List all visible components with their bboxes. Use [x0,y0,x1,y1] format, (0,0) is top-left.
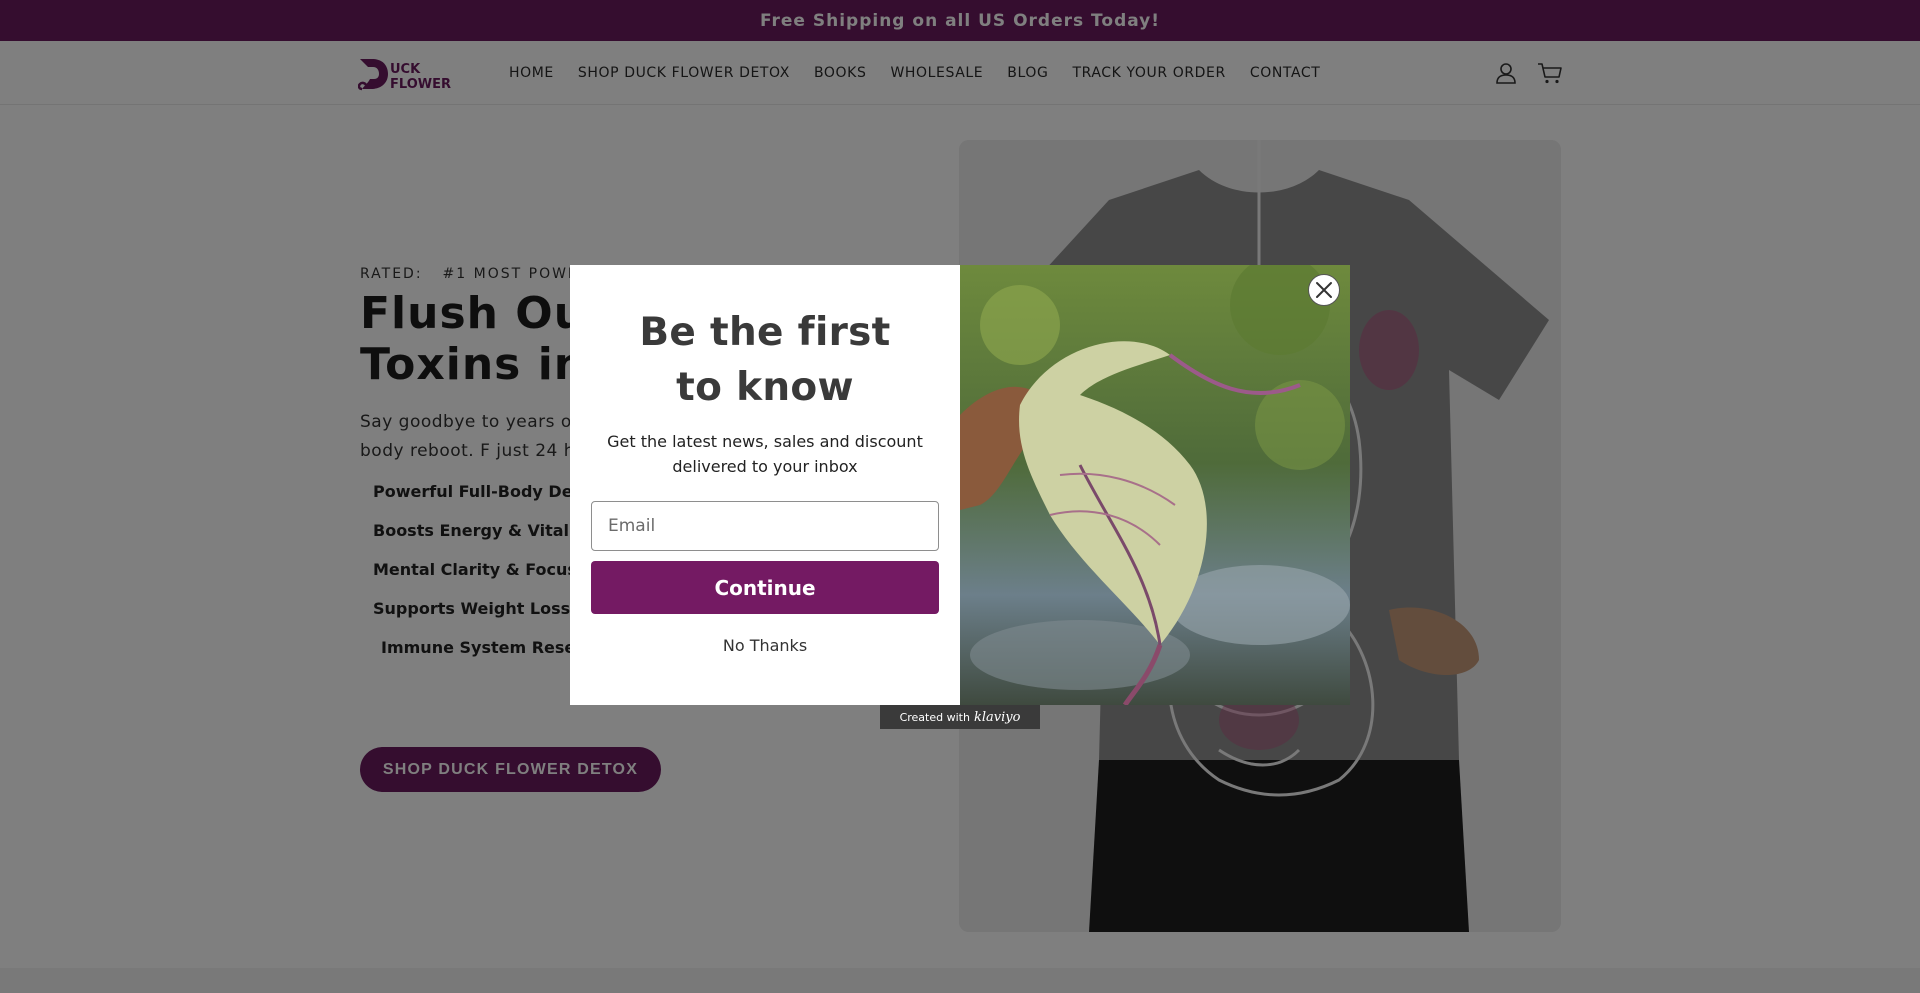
popup-title-line-1: Be the first [639,310,891,355]
duck-flower-photo [960,265,1350,705]
signup-popup-form: Be the first to know Get the latest news… [570,265,960,705]
klaviyo-badge[interactable]: Created with klaviyo [880,705,1040,729]
popup-title: Be the first to know [570,305,960,415]
close-popup-button[interactable] [1308,274,1340,306]
badge-brand: klaviyo [973,709,1021,725]
continue-button[interactable]: Continue [591,561,939,614]
popup-image [960,265,1350,705]
no-thanks-button[interactable]: No Thanks [723,636,807,655]
popup-subtitle: Get the latest news, sales and discount … [607,432,923,476]
badge-prefix: Created with [899,710,970,724]
popup-title-line-2: to know [676,365,854,410]
close-icon [1316,282,1332,298]
email-input[interactable] [591,501,939,551]
